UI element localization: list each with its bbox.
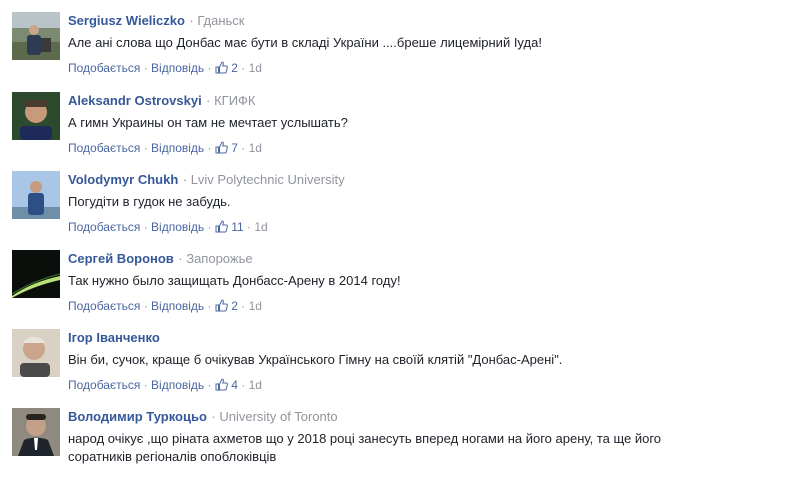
author-affiliation[interactable]: КГИФК bbox=[214, 93, 255, 108]
like-button[interactable]: Подобається bbox=[68, 61, 140, 75]
author-name[interactable]: Сергей Воронов bbox=[68, 251, 174, 266]
author-name[interactable]: Volodymyr Chukh bbox=[68, 172, 178, 187]
comment-text: Але ані слова що Донбас має бути в склад… bbox=[68, 35, 542, 50]
like-button[interactable]: Подобається bbox=[68, 299, 140, 313]
thumbs-up-icon[interactable] bbox=[215, 220, 228, 233]
separator: · bbox=[206, 93, 215, 108]
comment-actions: Подобається · Відповідь · 2 · 1d bbox=[68, 299, 262, 313]
avatar[interactable] bbox=[12, 12, 60, 60]
comment-text: Погудіти в гудок не забудь. bbox=[68, 194, 231, 209]
like-button[interactable]: Подобається bbox=[68, 378, 140, 392]
timestamp[interactable]: 1d bbox=[249, 141, 262, 155]
comment-actions: Подобається · Відповідь · 2 · 1d bbox=[68, 61, 262, 75]
like-count[interactable]: 11 bbox=[231, 220, 243, 234]
comment-actions: Подобається · Відповідь · 7 · 1d bbox=[68, 141, 262, 155]
author-affiliation[interactable]: Запорожье bbox=[186, 251, 252, 266]
author-name[interactable]: Sergiusz Wieliczko bbox=[68, 13, 185, 28]
like-count[interactable]: 2 bbox=[231, 61, 238, 75]
comment-actions: Подобається · Відповідь · 4 · 1d bbox=[68, 378, 262, 392]
author-name[interactable]: Володимир Туркоцьо bbox=[68, 409, 207, 424]
reply-button[interactable]: Відповідь bbox=[151, 61, 204, 75]
comment-text: Він би, сучок, краще б очікував Українсь… bbox=[68, 352, 563, 367]
like-count[interactable]: 2 bbox=[231, 299, 238, 313]
author-affiliation[interactable]: Lviv Polytechnic University bbox=[191, 172, 345, 187]
timestamp[interactable]: 1d bbox=[249, 61, 262, 75]
comment-text: Так нужно было защищать Донбасс-Арену в … bbox=[68, 273, 401, 288]
thumbs-up-icon[interactable] bbox=[215, 141, 228, 154]
avatar[interactable] bbox=[12, 171, 60, 219]
timestamp[interactable]: 1d bbox=[249, 378, 262, 392]
reply-button[interactable]: Відповідь bbox=[151, 220, 204, 234]
thumbs-up-icon[interactable] bbox=[215, 378, 228, 391]
author-affiliation[interactable]: Гданьск bbox=[197, 13, 244, 28]
avatar[interactable] bbox=[12, 408, 60, 456]
comment-actions: Подобається · Відповідь · 11 · 1d bbox=[68, 220, 268, 234]
comments-list: Sergiusz Wieliczko · Гданьск Але ані сло… bbox=[0, 0, 795, 478]
like-button[interactable]: Подобається bbox=[68, 141, 140, 155]
like-button[interactable]: Подобається bbox=[68, 220, 140, 234]
avatar[interactable] bbox=[12, 329, 60, 377]
timestamp[interactable]: 1d bbox=[249, 299, 262, 313]
like-count[interactable]: 7 bbox=[231, 141, 238, 155]
like-count[interactable]: 4 bbox=[231, 378, 238, 392]
timestamp[interactable]: 1d bbox=[254, 220, 267, 234]
reply-button[interactable]: Відповідь bbox=[151, 299, 204, 313]
thumbs-up-icon[interactable] bbox=[215, 61, 228, 74]
author-affiliation[interactable]: University of Toronto bbox=[219, 409, 337, 424]
reply-button[interactable]: Відповідь bbox=[151, 141, 204, 155]
reply-button[interactable]: Відповідь bbox=[151, 378, 204, 392]
author-name[interactable]: Ігор Іванченко bbox=[68, 330, 160, 345]
avatar[interactable] bbox=[12, 92, 60, 140]
author-name[interactable]: Aleksandr Ostrovskyi bbox=[68, 93, 202, 108]
comment-text: А гимн Украины он там не мечтает услышат… bbox=[68, 115, 348, 130]
separator: · bbox=[182, 172, 191, 187]
comment-text: народ очікує ,що ріната ахметов що у 201… bbox=[68, 431, 662, 464]
thumbs-up-icon[interactable] bbox=[215, 299, 228, 312]
avatar[interactable] bbox=[12, 250, 60, 298]
